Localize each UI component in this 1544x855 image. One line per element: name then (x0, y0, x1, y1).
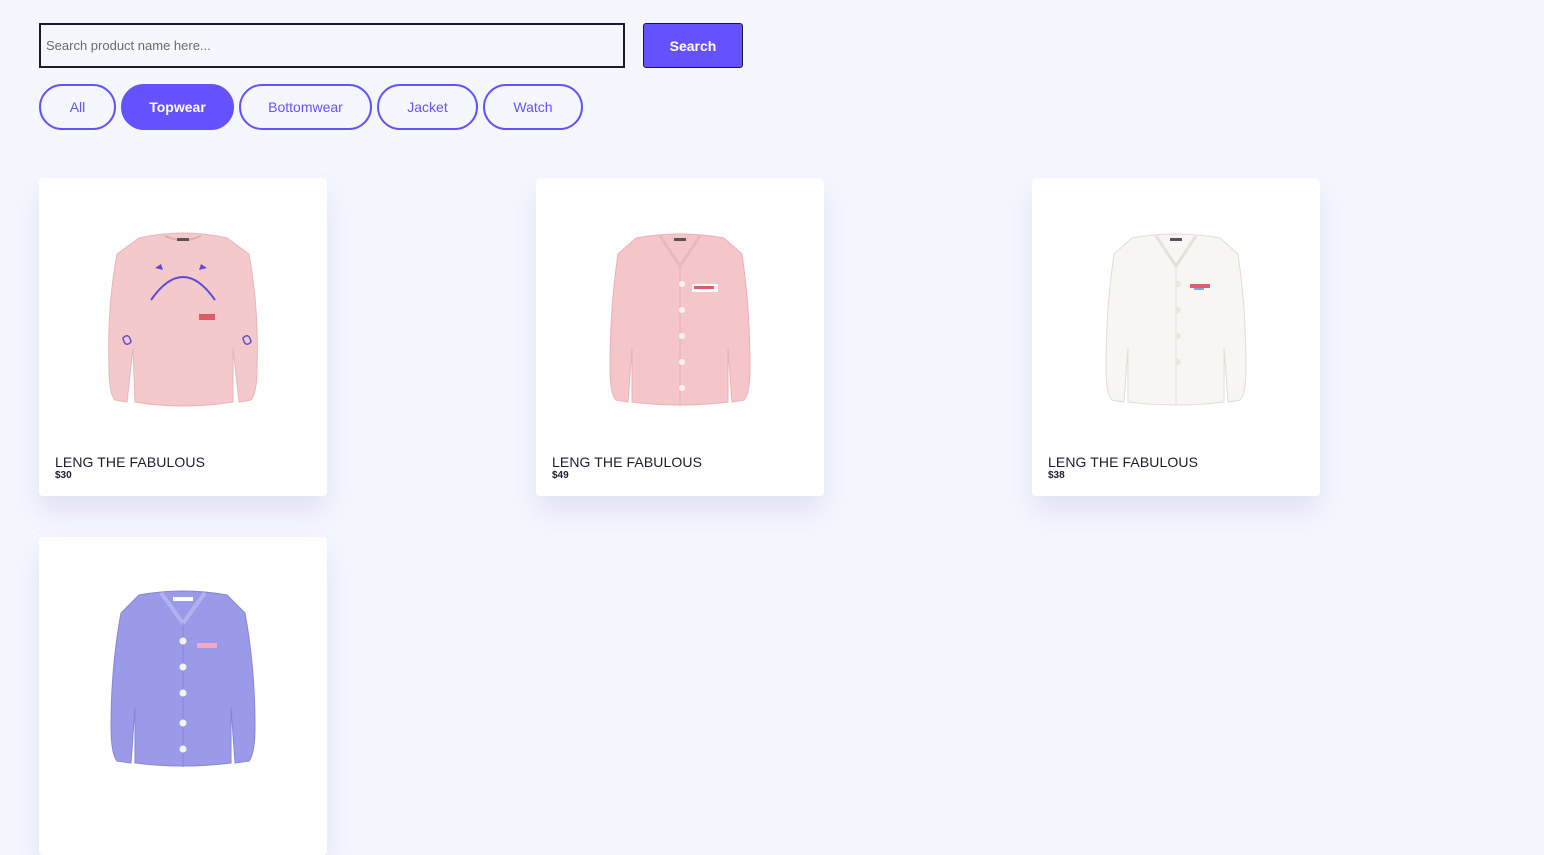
white-cardigan-image (1105, 233, 1247, 406)
search-input[interactable] (39, 23, 625, 68)
pink-sweatshirt-image (108, 232, 258, 407)
pink-cardigan-image (609, 233, 751, 406)
lavender-cardigan-image (110, 590, 256, 767)
product-card[interactable]: LENG THE FABULOUS $38 (1032, 178, 1320, 496)
filter-bottomwear-button[interactable]: Bottomwear (239, 84, 372, 130)
product-card[interactable]: LENG THE FABULOUS $30 (39, 178, 327, 496)
product-price: $38 (1048, 470, 1065, 481)
filter-jacket-button[interactable]: Jacket (377, 84, 478, 130)
product-card[interactable]: LENG THE FABULOUS $49 (536, 178, 824, 496)
search-button[interactable]: Search (643, 23, 743, 68)
filter-topwear-button[interactable]: Topwear (121, 84, 234, 130)
product-price: $30 (55, 470, 72, 481)
category-filters: All Topwear Bottomwear Jacket Watch (39, 84, 583, 130)
product-name: LENG THE FABULOUS (552, 454, 703, 470)
product-card[interactable] (39, 537, 327, 855)
filter-all-button[interactable]: All (39, 84, 116, 130)
product-name: LENG THE FABULOUS (1048, 454, 1199, 470)
filter-watch-button[interactable]: Watch (483, 84, 583, 130)
search-bar: Search (39, 23, 743, 68)
product-name: LENG THE FABULOUS (55, 454, 206, 470)
product-price: $49 (552, 470, 569, 481)
